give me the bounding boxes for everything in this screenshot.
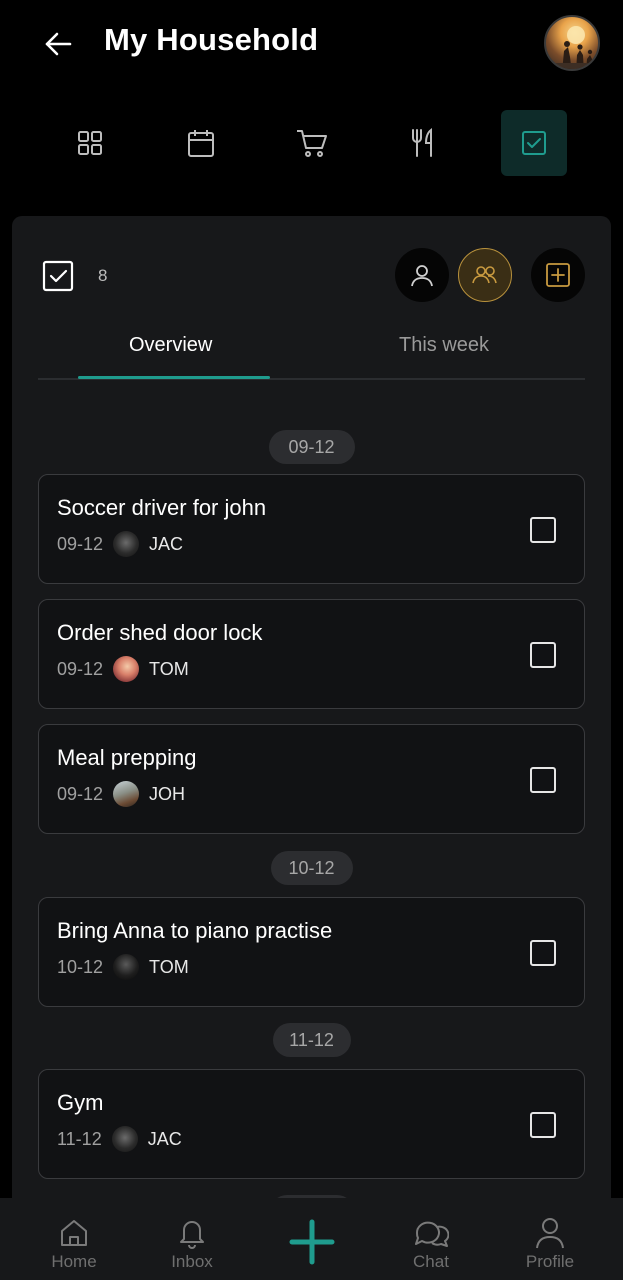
task-count-row: 8 [42, 260, 107, 292]
nav-inbox-label: Inbox [171, 1252, 213, 1271]
task-title: Soccer driver for john [57, 495, 267, 520]
task-card[interactable]: Soccer driver for john 09-12 JAC [38, 474, 585, 584]
task-meta: 09-12 JAC [57, 531, 183, 557]
calendar-icon[interactable] [168, 110, 234, 176]
task-title: Gym [57, 1090, 104, 1115]
assignee-name: JAC [147, 1128, 182, 1149]
person-icon [411, 265, 433, 287]
task-title: Meal prepping [57, 745, 197, 770]
assignee-avatar [111, 1126, 138, 1152]
task-complete-checkbox[interactable] [530, 940, 556, 966]
task-count: 8 [98, 266, 108, 285]
date-group-label: 10-12 [270, 851, 353, 885]
assignee-avatar [113, 954, 140, 980]
page-title: My Household [104, 22, 319, 57]
assignee-name: TOM [149, 658, 189, 679]
task-meta: 10-12 TOM [57, 954, 189, 980]
add-button[interactable] [262, 1212, 362, 1272]
plus-square-icon [546, 263, 570, 287]
fork-knife-icon[interactable] [390, 110, 456, 176]
tab-this-week[interactable]: This week [399, 334, 489, 357]
filter-mine-button[interactable] [395, 248, 449, 302]
task-meta: 11-12 JAC [57, 1126, 182, 1152]
person-icon [535, 1216, 565, 1250]
task-complete-checkbox[interactable] [530, 642, 556, 668]
bell-icon [177, 1216, 207, 1250]
task-date: 09-12 [57, 783, 104, 804]
task-complete-checkbox[interactable] [530, 517, 556, 543]
nav-home-label: Home [51, 1252, 97, 1271]
back-arrow-icon[interactable] [38, 24, 78, 64]
assignee-avatar [113, 656, 140, 682]
bottom-nav: Home Inbox Chat Profile [0, 1198, 623, 1280]
task-card[interactable]: Order shed door lock 09-12 TOM [38, 599, 585, 709]
chat-bubbles-icon [413, 1216, 449, 1250]
nav-inbox[interactable]: Inbox [142, 1198, 242, 1280]
add-task-square-button[interactable] [531, 248, 585, 302]
task-card[interactable]: Gym 11-12 JAC [38, 1069, 585, 1179]
task-date: 09-12 [57, 533, 104, 554]
nav-chat[interactable]: Chat [381, 1198, 481, 1280]
dashboard-grid-icon[interactable] [57, 110, 123, 176]
assignee-name: JAC [149, 533, 184, 554]
app-header: My Household [0, 0, 623, 90]
date-group-label: 11-12 [272, 1023, 351, 1057]
tasks-checkbox-icon[interactable] [501, 110, 567, 176]
task-tabs: Overview This week [38, 326, 585, 380]
people-icon [472, 266, 497, 284]
assignee-avatar [113, 531, 140, 557]
tab-overview[interactable]: Overview [129, 334, 212, 357]
nav-profile-label: Profile [525, 1252, 575, 1271]
task-complete-checkbox[interactable] [530, 767, 556, 793]
task-list: 09-12 Soccer driver for john 09-12 JAC O… [38, 430, 585, 1229]
household-avatar[interactable] [544, 15, 600, 71]
home-icon [59, 1216, 89, 1250]
nav-chat-label: Chat [413, 1252, 449, 1271]
date-group-label: 09-12 [268, 430, 355, 464]
task-date: 09-12 [57, 658, 104, 679]
task-meta: 09-12 JOH [57, 781, 185, 807]
task-card[interactable]: Bring Anna to piano practise 10-12 TOM [38, 897, 585, 1007]
shopping-cart-icon[interactable] [279, 110, 345, 176]
plus-icon [289, 1219, 335, 1265]
task-complete-checkbox[interactable] [530, 1112, 556, 1138]
task-title: Order shed door lock [57, 620, 263, 645]
task-date: 10-12 [57, 956, 104, 977]
nav-home[interactable]: Home [24, 1198, 124, 1280]
tasks-panel: 8 Overview This week 09-12 Soccer driver… [12, 216, 611, 1280]
task-date: 11-12 [57, 1128, 102, 1149]
task-title: Bring Anna to piano practise [57, 918, 333, 943]
task-meta: 09-12 TOM [57, 656, 189, 682]
assignee-name: TOM [149, 956, 189, 977]
filter-household-button[interactable] [458, 248, 512, 302]
assignee-name: JOH [149, 783, 186, 804]
category-nav [0, 110, 623, 178]
assignee-avatar [113, 781, 140, 807]
checkbox-checked-icon [42, 260, 74, 292]
active-tab-indicator [78, 376, 270, 379]
task-card[interactable]: Meal prepping 09-12 JOH [38, 724, 585, 834]
nav-profile[interactable]: Profile [500, 1198, 600, 1280]
